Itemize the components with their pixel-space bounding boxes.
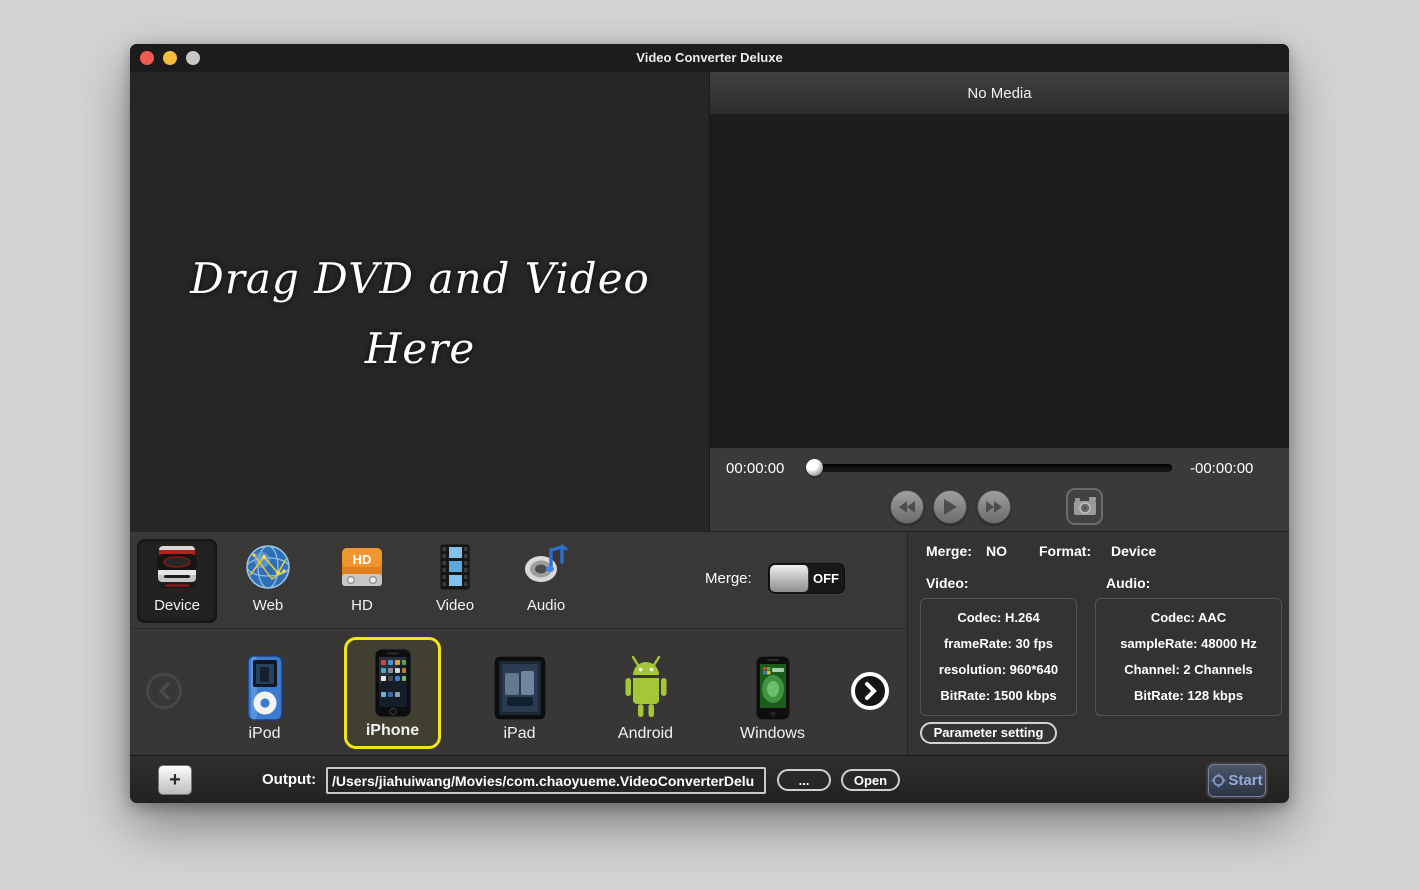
format-info-panel: Merge: NO Format: Device Video: Audio: C… [907, 531, 1289, 755]
video-section-label: Video: [926, 575, 969, 591]
speaker-note-icon [521, 539, 571, 595]
device-item-android[interactable]: Android [597, 637, 694, 749]
add-file-button[interactable]: + [158, 765, 192, 795]
info-merge-value: NO [986, 543, 1007, 559]
audio-bitrate: BitRate: 128 kbps [1133, 688, 1244, 703]
windows-phone-icon [754, 637, 791, 725]
video-preview-area [710, 116, 1289, 448]
app-window: Video Converter Deluxe Drag DVD and Vide… [130, 44, 1289, 803]
title-bar: Video Converter Deluxe [130, 44, 1289, 72]
video-framerate: frameRate: 30 fps [943, 636, 1054, 651]
info-format-label: Format: [1039, 543, 1092, 559]
rewind-button[interactable] [890, 490, 924, 524]
snapshot-button[interactable] [1066, 488, 1103, 525]
device-item-iphone[interactable]: iPhone [344, 637, 441, 749]
tab-label: Audio [526, 597, 566, 614]
tab-label: Video [435, 597, 475, 614]
ipod-icon [246, 637, 283, 725]
play-button[interactable] [933, 490, 967, 524]
drop-hint-line1: Drag DVD and Video [190, 254, 650, 303]
web-globe-icon [244, 539, 292, 595]
tab-device[interactable]: Device [137, 539, 217, 623]
rewind-icon [899, 501, 915, 513]
tab-label: HD [351, 597, 373, 614]
video-codec: Codec: H.264 [957, 610, 1040, 625]
video-spec-box: Codec: H.264 frameRate: 30 fps resolutio… [920, 598, 1077, 716]
browse-button[interactable]: ... [777, 769, 831, 791]
info-format-value: Device [1111, 543, 1157, 559]
chevron-right-icon [865, 682, 877, 700]
filmstrip-icon [433, 539, 477, 595]
remaining-time: -00:00:00 [1190, 460, 1254, 477]
carousel-prev-button[interactable] [146, 673, 182, 709]
tab-label: Web [252, 597, 284, 614]
merge-toggle-knob [770, 565, 809, 592]
camera-icon [1073, 496, 1096, 515]
window-title: Video Converter Deluxe [636, 50, 783, 65]
merge-toggle-state: OFF [813, 571, 839, 586]
category-toolbar: Device Web HD HD Video Audio Merge: OFF [130, 531, 907, 628]
carousel-next-button[interactable] [851, 672, 889, 710]
tab-label: Device [154, 597, 200, 614]
device-item-windows[interactable]: Windows [724, 637, 821, 749]
merge-toggle[interactable]: OFF [768, 563, 845, 594]
elapsed-time: 00:00:00 [726, 460, 785, 477]
audio-samplerate: sampleRate: 48000 Hz [1120, 636, 1257, 651]
chevron-left-icon [158, 682, 170, 700]
start-button[interactable]: Start [1208, 764, 1266, 797]
play-icon [944, 499, 957, 515]
svg-text:HD: HD [353, 552, 372, 567]
video-resolution: resolution: 960*640 [938, 662, 1059, 677]
tab-hd[interactable]: HD HD [322, 539, 402, 623]
audio-channels: Channel: 2 Channels [1124, 662, 1253, 677]
device-label: Windows [740, 725, 805, 742]
output-path-input[interactable] [326, 767, 766, 794]
seek-knob[interactable] [806, 459, 823, 476]
bottom-bar: + Output: ... Open Start [130, 755, 1289, 803]
device-drive-icon [152, 539, 202, 595]
fast-forward-icon [986, 501, 1002, 513]
iphone-icon [373, 640, 413, 722]
device-item-ipad[interactable]: iPad [471, 637, 568, 749]
media-status-header: No Media [710, 72, 1289, 115]
hd-drive-icon: HD [338, 539, 386, 595]
device-label: iPhone [365, 722, 420, 739]
preview-panel: No Media 00:00:00 -00:00:00 [710, 72, 1289, 531]
audio-section-label: Audio: [1106, 575, 1151, 591]
audio-codec: Codec: AAC [1150, 610, 1227, 625]
device-item-ipod[interactable]: iPod [216, 637, 313, 749]
info-merge-label: Merge: [926, 543, 972, 559]
playback-controls: 00:00:00 -00:00:00 [710, 448, 1289, 531]
seek-bar[interactable] [808, 464, 1172, 472]
audio-spec-box: Codec: AAC sampleRate: 48000 Hz Channel:… [1095, 598, 1282, 716]
tab-audio[interactable]: Audio [506, 539, 586, 623]
open-folder-button[interactable]: Open [841, 769, 900, 791]
drop-hint-line2: Here [364, 324, 476, 373]
video-bitrate: BitRate: 1500 kbps [940, 688, 1057, 703]
merge-label: Merge: [705, 570, 752, 587]
parameter-setting-button[interactable]: Parameter setting [920, 722, 1057, 744]
drop-area[interactable]: Drag DVD and Video Here [130, 72, 710, 531]
device-label: iPad [503, 725, 536, 742]
start-button-label: Start [1228, 772, 1263, 789]
tab-web[interactable]: Web [228, 539, 308, 623]
ipad-icon [492, 637, 547, 725]
convert-gear-icon [1211, 773, 1226, 788]
fast-forward-button[interactable] [977, 490, 1011, 524]
device-carousel: iPod iPhone iPad Android Windows [130, 628, 907, 755]
device-label: Android [617, 725, 674, 742]
android-robot-icon [615, 637, 677, 725]
device-label: iPod [248, 725, 281, 742]
tab-video[interactable]: Video [415, 539, 495, 623]
output-label: Output: [262, 771, 317, 788]
